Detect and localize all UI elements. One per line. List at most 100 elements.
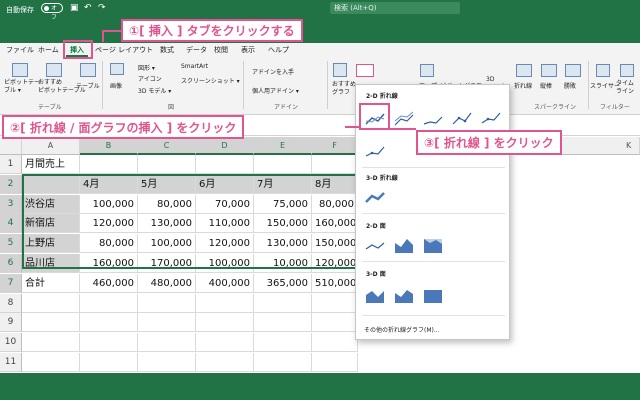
icons-button[interactable]: アイコン (138, 74, 162, 83)
2d-100-line-marker-option[interactable] (364, 141, 386, 161)
cell[interactable]: 80,000 (80, 234, 138, 254)
line-area-chart-icon[interactable] (356, 64, 374, 77)
cell[interactable]: 8月 (312, 174, 358, 194)
get-addins-button[interactable]: アドインを入手 (252, 67, 294, 76)
cell[interactable] (138, 313, 196, 333)
cell[interactable]: 合計 (22, 273, 80, 293)
cell[interactable] (312, 333, 358, 353)
cell[interactable]: 365,000 (254, 273, 312, 293)
table-icon[interactable] (80, 63, 96, 77)
cell[interactable] (254, 293, 312, 313)
cell[interactable] (138, 353, 196, 372)
cell[interactable]: 7月 (254, 174, 312, 194)
cell[interactable] (138, 155, 196, 174)
cell[interactable]: 渋谷店 (22, 194, 80, 214)
cell[interactable] (80, 333, 138, 353)
3d-100-area-option[interactable] (422, 285, 444, 305)
cell[interactable] (138, 293, 196, 313)
cell[interactable]: 120,000 (80, 214, 138, 234)
3d-model-button[interactable]: 3D モデル ▾ (138, 86, 171, 95)
recommended-pivot-icon[interactable] (46, 63, 62, 77)
row-header-1[interactable]: 1 (0, 155, 22, 174)
row-header-9[interactable]: 9 (0, 313, 22, 333)
image-button[interactable]: 画像 (110, 81, 122, 90)
cell[interactable]: 80,000 (312, 194, 358, 214)
cell[interactable] (22, 174, 80, 194)
row-header-11[interactable]: 11 (0, 353, 22, 372)
row-header-5[interactable]: 5 (0, 234, 22, 254)
tab-file[interactable]: ファイル (6, 45, 34, 55)
timeline-icon[interactable] (620, 64, 634, 77)
2d-area-option[interactable] (364, 235, 386, 255)
recommended-chart-button[interactable]: おすすめ グラフ (332, 81, 356, 97)
cell[interactable]: 480,000 (138, 273, 196, 293)
cell[interactable]: 120,000 (312, 254, 358, 273)
cell[interactable]: 160,000 (312, 214, 358, 234)
2d-stacked-line-marker-option[interactable] (480, 109, 502, 129)
save-icon[interactable]: ▣ (70, 3, 79, 13)
cell[interactable] (312, 155, 358, 174)
shapes-button[interactable]: 図形 ▾ (138, 63, 155, 72)
row-header-2[interactable]: 2 (0, 174, 22, 194)
row-header-4[interactable]: 4 (0, 214, 22, 234)
cell[interactable] (254, 313, 312, 333)
cell[interactable] (22, 353, 80, 372)
sparkline-winloss-button[interactable]: 勝敗 (564, 81, 576, 90)
cell[interactable] (196, 155, 254, 174)
my-addins-button[interactable]: 個人用アドイン ▾ (252, 86, 299, 95)
row-header-10[interactable]: 10 (0, 333, 22, 353)
col-header-c[interactable]: C (138, 137, 196, 155)
redo-icon[interactable]: ↷ (98, 3, 106, 13)
cell[interactable]: 150,000 (312, 234, 358, 254)
cell[interactable] (254, 333, 312, 353)
col-header-e[interactable]: E (254, 137, 312, 155)
map-icon[interactable] (420, 64, 434, 77)
smartart-button[interactable]: SmartArt (181, 63, 208, 70)
cell[interactable]: 150,000 (254, 214, 312, 234)
cell[interactable] (80, 313, 138, 333)
cell[interactable] (254, 353, 312, 372)
cell[interactable]: 75,000 (254, 194, 312, 214)
search-input[interactable]: 検索 (Alt+Q) (330, 2, 460, 14)
cell[interactable] (22, 313, 80, 333)
2d-line-marker-option[interactable] (451, 109, 473, 129)
row-header-7[interactable]: 7 (0, 273, 22, 293)
cell[interactable] (312, 313, 358, 333)
cell[interactable] (80, 293, 138, 313)
cell[interactable] (312, 293, 358, 313)
cell[interactable] (138, 333, 196, 353)
cell[interactable]: 10,000 (254, 254, 312, 273)
undo-icon[interactable]: ↶ (84, 3, 92, 13)
col-header-d[interactable]: D (196, 137, 254, 155)
sparkline-winloss-icon[interactable] (565, 64, 581, 77)
timeline-button[interactable]: タイム ライン (616, 80, 634, 96)
sparkline-column-icon[interactable] (541, 64, 557, 77)
sparkline-line-button[interactable]: 折れ線 (514, 81, 532, 90)
cell[interactable] (312, 353, 358, 372)
cell[interactable]: 160,000 (80, 254, 138, 273)
cell[interactable]: 上野店 (22, 234, 80, 254)
3d-stacked-area-option[interactable] (393, 285, 415, 305)
cell[interactable]: 120,000 (196, 234, 254, 254)
cell[interactable]: 130,000 (254, 234, 312, 254)
cell[interactable] (196, 333, 254, 353)
2d-100-line-option[interactable] (422, 109, 444, 129)
cell[interactable] (196, 313, 254, 333)
cell[interactable]: 110,000 (196, 214, 254, 234)
row-header-3[interactable]: 3 (0, 194, 22, 214)
select-all-corner[interactable] (0, 137, 22, 155)
cell[interactable] (254, 155, 312, 174)
cell[interactable]: 80,000 (138, 194, 196, 214)
screenshot-button[interactable]: スクリーンショット ▾ (181, 76, 240, 85)
row-header-6[interactable]: 6 (0, 254, 22, 273)
cell[interactable] (196, 353, 254, 372)
sparkline-line-icon[interactable] (516, 64, 532, 77)
table-button[interactable]: テーブル (76, 81, 100, 90)
cell[interactable]: 品川店 (22, 254, 80, 273)
tab-review[interactable]: 校閲 (214, 45, 228, 55)
col-header-f[interactable]: F (312, 137, 358, 155)
tab-page-layout[interactable]: ページ レイアウト (95, 45, 153, 55)
cell[interactable]: 6月 (196, 174, 254, 194)
cell[interactable]: 460,000 (80, 273, 138, 293)
autosave-toggle[interactable]: オフ (41, 3, 63, 21)
